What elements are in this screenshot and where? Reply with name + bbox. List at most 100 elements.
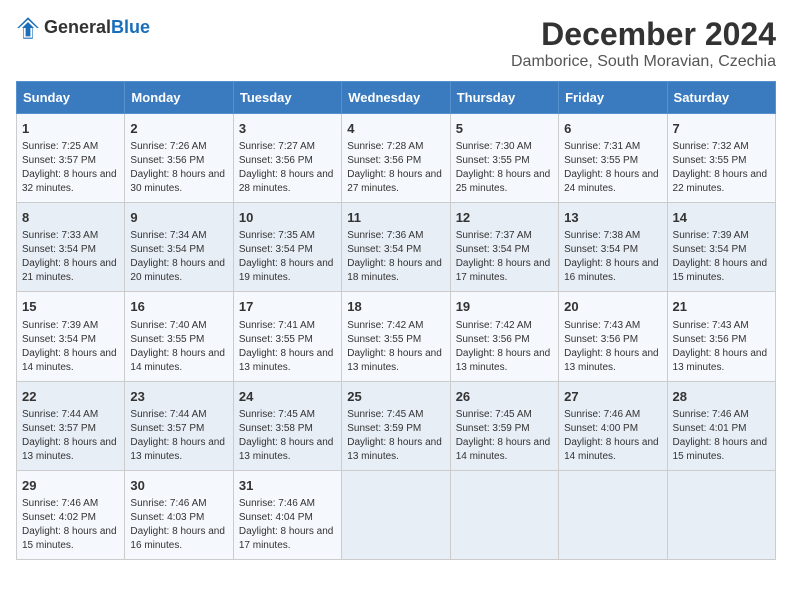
day-info-line: Daylight: 8 hours and 13 minutes.	[456, 348, 551, 373]
day-info-line: Sunset: 3:57 PM	[130, 423, 204, 434]
table-row: 12Sunrise: 7:37 AMSunset: 3:54 PMDayligh…	[450, 203, 558, 292]
day-number: 24	[239, 388, 336, 406]
day-info-line: Daylight: 8 hours and 14 minutes.	[130, 348, 225, 373]
table-row: 1Sunrise: 7:25 AMSunset: 3:57 PMDaylight…	[17, 114, 125, 203]
day-info-line: Sunset: 4:04 PM	[239, 512, 313, 523]
day-info: Sunrise: 7:38 AMSunset: 3:54 PMDaylight:…	[564, 229, 661, 285]
week-row-3: 15 Sunrise: 7:39 AMSunset: 3:54 PMDayligh…	[17, 292, 776, 381]
table-row: 29Sunrise: 7:46 AMSunset: 4:02 PMDayligh…	[17, 470, 125, 559]
title-area: December 2024 Damborice, South Moravian,…	[511, 16, 776, 71]
day-number: 4	[347, 120, 444, 138]
day-info-line: Sunrise: 7:43 AM	[673, 320, 749, 331]
day-info: Sunrise: 7:32 AMSunset: 3:55 PMDaylight:…	[673, 140, 770, 196]
weekday-header-thursday: Thursday	[450, 82, 558, 114]
day-info: Sunrise: 7:26 AMSunset: 3:56 PMDaylight:…	[130, 140, 227, 196]
day-info-line: Daylight: 8 hours and 20 minutes.	[130, 258, 225, 283]
day-info-line: Sunrise: 7:35 AM	[239, 230, 315, 241]
day-info-line: Daylight: 8 hours and 24 minutes.	[564, 169, 659, 194]
day-number: 15	[22, 298, 119, 316]
day-number: 20	[564, 298, 661, 316]
day-number: 31	[239, 477, 336, 495]
day-info-line: Sunrise: 7:42 AM	[347, 320, 423, 331]
day-info-line: Sunrise: 7:43 AM	[564, 320, 640, 331]
day-info-line: Daylight: 8 hours and 17 minutes.	[239, 526, 334, 551]
day-info: Sunrise: 7:35 AMSunset: 3:54 PMDaylight:…	[239, 229, 336, 285]
day-info-line: Sunset: 3:55 PM	[239, 334, 313, 345]
day-number: 19	[456, 298, 553, 316]
day-info-line: Sunset: 3:57 PM	[22, 423, 96, 434]
day-info-line: Sunrise: 7:45 AM	[456, 409, 532, 420]
day-info-line: Sunset: 4:00 PM	[564, 423, 638, 434]
day-info-line: Sunrise: 7:31 AM	[564, 141, 640, 152]
table-row: 5Sunrise: 7:30 AMSunset: 3:55 PMDaylight…	[450, 114, 558, 203]
day-info: Sunrise: 7:43 AMSunset: 3:56 PMDaylight:…	[673, 319, 770, 375]
day-info-line: Sunset: 3:54 PM	[130, 244, 204, 255]
day-info-line: Sunrise: 7:44 AM	[22, 409, 98, 420]
table-row: 23Sunrise: 7:44 AMSunset: 3:57 PMDayligh…	[125, 381, 233, 470]
day-number: 14	[673, 209, 770, 227]
table-row	[667, 470, 775, 559]
table-row: 28Sunrise: 7:46 AMSunset: 4:01 PMDayligh…	[667, 381, 775, 470]
day-info-line: Sunrise: 7:25 AM	[22, 141, 98, 152]
day-info-line: Daylight: 8 hours and 13 minutes.	[239, 348, 334, 373]
day-info-line: Sunrise: 7:39 AM	[22, 320, 98, 331]
weekday-header-row: SundayMondayTuesdayWednesdayThursdayFrid…	[17, 82, 776, 114]
day-info-line: Sunrise: 7:26 AM	[130, 141, 206, 152]
table-row: 4Sunrise: 7:28 AMSunset: 3:56 PMDaylight…	[342, 114, 450, 203]
day-number: 8	[22, 209, 119, 227]
day-info: Sunrise: 7:41 AM Sunset: 3:55 PM Daylight:…	[239, 319, 336, 375]
weekday-header-monday: Monday	[125, 82, 233, 114]
day-info-line: Sunrise: 7:46 AM	[22, 498, 98, 509]
day-info: Sunrise: 7:43 AMSunset: 3:56 PMDaylight:…	[564, 319, 661, 375]
day-info: Sunrise: 7:33 AMSunset: 3:54 PMDaylight:…	[22, 229, 119, 285]
week-row-2: 8Sunrise: 7:33 AMSunset: 3:54 PMDaylight…	[17, 203, 776, 292]
table-row	[450, 470, 558, 559]
day-info-line: Sunset: 3:54 PM	[564, 244, 638, 255]
table-row: 30Sunrise: 7:46 AMSunset: 4:03 PMDayligh…	[125, 470, 233, 559]
day-info: Sunrise: 7:42 AMSunset: 3:56 PMDaylight:…	[456, 319, 553, 375]
day-info-line: Sunrise: 7:30 AM	[456, 141, 532, 152]
day-info-line: Daylight: 8 hours and 14 minutes.	[564, 437, 659, 462]
day-info-line: Daylight: 8 hours and 13 minutes.	[239, 437, 334, 462]
day-info: Sunrise: 7:39 AMSunset: 3:54 PMDaylight:…	[22, 319, 119, 375]
table-row: 18Sunrise: 7:42 AMSunset: 3:55 PMDayligh…	[342, 292, 450, 381]
day-info-line: Daylight: 8 hours and 21 minutes.	[22, 258, 117, 283]
day-info-line: Sunset: 3:56 PM	[347, 155, 421, 166]
week-row-4: 22Sunrise: 7:44 AMSunset: 3:57 PMDayligh…	[17, 381, 776, 470]
day-info-line: Daylight: 8 hours and 13 minutes.	[347, 348, 442, 373]
day-info-line: Sunrise: 7:33 AM	[22, 230, 98, 241]
day-info-line: Sunrise: 7:34 AM	[130, 230, 206, 241]
day-info-line: Sunrise: 7:46 AM	[564, 409, 640, 420]
day-info-line: Sunrise: 7:46 AM	[239, 498, 315, 509]
day-info-line: Daylight: 8 hours and 14 minutes.	[456, 437, 551, 462]
weekday-header-saturday: Saturday	[667, 82, 775, 114]
day-number: 2	[130, 120, 227, 138]
day-info: Sunrise: 7:40 AMSunset: 3:55 PMDaylight:…	[130, 319, 227, 375]
day-info-line: Daylight: 8 hours and 28 minutes.	[239, 169, 334, 194]
day-info-line: Sunrise: 7:37 AM	[456, 230, 532, 241]
day-number: 27	[564, 388, 661, 406]
day-info: Sunrise: 7:44 AMSunset: 3:57 PMDaylight:…	[130, 408, 227, 464]
day-info: Sunrise: 7:39 AMSunset: 3:54 PMDaylight:…	[673, 229, 770, 285]
day-number: 18	[347, 298, 444, 316]
day-info-line: Sunset: 3:59 PM	[347, 423, 421, 434]
day-info-line: Sunset: 3:56 PM	[456, 334, 530, 345]
week-row-5: 29Sunrise: 7:46 AMSunset: 4:02 PMDayligh…	[17, 470, 776, 559]
table-row: 24Sunrise: 7:45 AMSunset: 3:58 PMDayligh…	[233, 381, 341, 470]
day-info-line: Sunset: 3:54 PM	[673, 244, 747, 255]
day-number: 5	[456, 120, 553, 138]
day-info-line: Daylight: 8 hours and 15 minutes.	[673, 258, 768, 283]
calendar-table: SundayMondayTuesdayWednesdayThursdayFrid…	[16, 81, 776, 560]
day-info-line: Daylight: 8 hours and 27 minutes.	[347, 169, 442, 194]
day-info: Sunrise: 7:46 AMSunset: 4:03 PMDaylight:…	[130, 497, 227, 553]
day-info-line: Sunset: 3:59 PM	[456, 423, 530, 434]
day-info-line: Sunset: 4:03 PM	[130, 512, 204, 523]
table-row	[342, 470, 450, 559]
day-info-line: Daylight: 8 hours and 13 minutes.	[22, 437, 117, 462]
day-info-line: Sunrise: 7:41 AM	[239, 320, 315, 331]
day-info-line: Daylight: 8 hours and 18 minutes.	[347, 258, 442, 283]
table-row: 15 Sunrise: 7:39 AMSunset: 3:54 PMDayligh…	[17, 292, 125, 381]
day-info-line: Sunset: 3:56 PM	[239, 155, 313, 166]
day-number: 7	[673, 120, 770, 138]
day-number: 10	[239, 209, 336, 227]
